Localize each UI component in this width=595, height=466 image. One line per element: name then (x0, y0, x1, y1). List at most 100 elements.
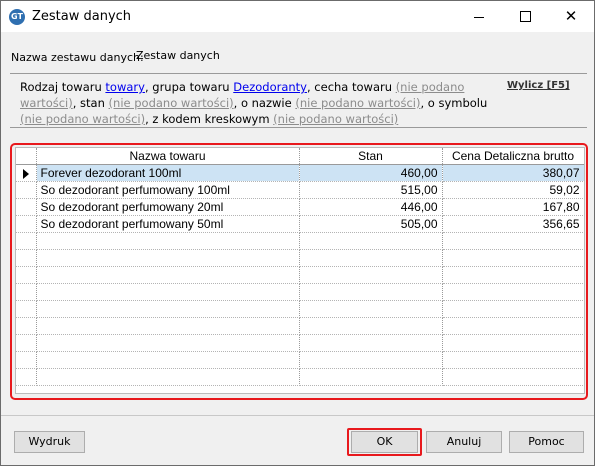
empty-cell (16, 317, 37, 335)
filter-description: Rodzaj towaru towary, grupa towaru Dezod… (20, 79, 490, 127)
empty-cell (299, 334, 443, 352)
empty-row (16, 334, 584, 352)
table-row[interactable]: So dezodorant perfumowany 50ml 505,00 35… (16, 215, 584, 233)
table-row[interactable]: So dezodorant perfumowany 100ml 515,00 5… (16, 181, 584, 199)
maximize-button[interactable] (502, 1, 548, 32)
empty-cell (299, 266, 443, 284)
title-bar[interactable]: GT Zestaw danych ✕ (1, 1, 594, 32)
filter-description-panel: Rodzaj towaru towary, grupa towaru Dezod… (10, 73, 587, 128)
empty-cell (442, 351, 584, 369)
empty-cell (299, 351, 443, 369)
cell-stock[interactable]: 515,00 (299, 181, 443, 199)
empty-cell (16, 232, 37, 250)
empty-cell (36, 232, 300, 250)
empty-cell (442, 334, 584, 352)
empty-row (16, 266, 584, 284)
calculate-link[interactable]: Wylicz [F5] (507, 80, 570, 91)
empty-cell (36, 351, 300, 369)
empty-cell (36, 266, 300, 284)
desc-text-6: , o symbolu (420, 96, 488, 110)
empty-row (16, 232, 584, 250)
row-indicator-cell (16, 215, 37, 233)
name-filter-link[interactable]: (nie podano wartości) (295, 96, 420, 110)
cell-name[interactable]: So dezodorant perfumowany 100ml (36, 181, 300, 199)
cell-price[interactable]: 167,80 (442, 198, 584, 216)
symbol-link[interactable]: (nie podano wartości) (20, 112, 145, 126)
empty-cell (16, 368, 37, 386)
cell-stock[interactable]: 505,00 (299, 215, 443, 233)
empty-row (16, 300, 584, 318)
empty-cell (442, 249, 584, 267)
empty-cell (16, 351, 37, 369)
desc-text-3: , cecha towaru (306, 80, 396, 94)
cancel-button[interactable]: Anuluj (426, 431, 502, 453)
stock-link[interactable]: (nie podano wartości) (109, 96, 234, 110)
close-button[interactable]: ✕ (548, 1, 594, 32)
empty-cell (299, 232, 443, 250)
empty-cell (299, 283, 443, 301)
bottom-separator (1, 415, 594, 416)
close-icon: ✕ (564, 7, 578, 25)
empty-cell (442, 300, 584, 318)
cell-name[interactable]: So dezodorant perfumowany 20ml (36, 198, 300, 216)
column-header-price[interactable]: Cena Detaliczna brutto (442, 148, 584, 165)
dialog-window: GT Zestaw danych ✕ Nazwa zestawu danych:… (0, 0, 595, 466)
dataset-name-field[interactable]: Zestaw danych (136, 46, 576, 66)
empty-row (16, 249, 584, 267)
empty-rows (16, 232, 584, 386)
empty-row (16, 283, 584, 301)
desc-text-4: , stan (72, 96, 109, 110)
desc-text-2: , grupa towaru (144, 80, 234, 94)
empty-cell (36, 283, 300, 301)
group-link[interactable]: Dezodoranty (233, 80, 307, 94)
cell-price[interactable]: 59,02 (442, 181, 584, 199)
cell-price[interactable]: 380,07 (442, 164, 584, 182)
empty-row (16, 317, 584, 335)
header-row: Nazwa towaru Stan Cena Detaliczna brutto (16, 148, 584, 165)
empty-cell (442, 266, 584, 284)
empty-cell (16, 249, 37, 267)
help-button[interactable]: Pomoc (509, 431, 584, 453)
barcode-link[interactable]: (nie podano wartości) (273, 112, 398, 126)
empty-row (16, 351, 584, 369)
empty-cell (442, 317, 584, 335)
empty-cell (16, 266, 37, 284)
empty-cell (16, 283, 37, 301)
cell-stock[interactable]: 460,00 (299, 164, 443, 182)
empty-cell (16, 334, 37, 352)
table-row[interactable]: Forever dezodorant 100ml 460,00 380,07 (16, 164, 584, 182)
empty-cell (36, 368, 300, 386)
empty-row (16, 368, 584, 386)
empty-cell (442, 283, 584, 301)
products-table: Nazwa towaru Stan Cena Detaliczna brutto… (16, 148, 584, 386)
cell-stock[interactable]: 446,00 (299, 198, 443, 216)
column-header-stock[interactable]: Stan (299, 148, 443, 165)
empty-cell (36, 300, 300, 318)
cell-price[interactable]: 356,65 (442, 215, 584, 233)
empty-cell (299, 317, 443, 335)
empty-cell (442, 368, 584, 386)
empty-cell (36, 249, 300, 267)
table-row[interactable]: So dezodorant perfumowany 20ml 446,00 16… (16, 198, 584, 216)
products-grid[interactable]: Nazwa towaru Stan Cena Detaliczna brutto… (15, 147, 585, 394)
cell-name[interactable]: So dezodorant perfumowany 50ml (36, 215, 300, 233)
desc-text-7: , z kodem kreskowym (145, 112, 274, 126)
empty-cell (16, 300, 37, 318)
empty-cell (36, 334, 300, 352)
minimize-icon (474, 17, 484, 18)
empty-cell (299, 300, 443, 318)
row-pointer-icon (22, 168, 29, 179)
empty-cell (299, 249, 443, 267)
ok-button[interactable]: OK (351, 431, 418, 453)
minimize-button[interactable] (456, 1, 502, 32)
column-header-name[interactable]: Nazwa towaru (36, 148, 300, 165)
row-indicator-cell (16, 198, 37, 216)
print-button[interactable]: Wydruk (14, 431, 85, 453)
row-indicator-cell (16, 181, 37, 199)
row-indicator-cell (16, 164, 37, 182)
cell-name[interactable]: Forever dezodorant 100ml (36, 164, 300, 182)
maximize-icon (520, 11, 531, 22)
kind-link[interactable]: towary (105, 80, 145, 94)
empty-cell (36, 317, 300, 335)
header-indicator (16, 148, 37, 165)
